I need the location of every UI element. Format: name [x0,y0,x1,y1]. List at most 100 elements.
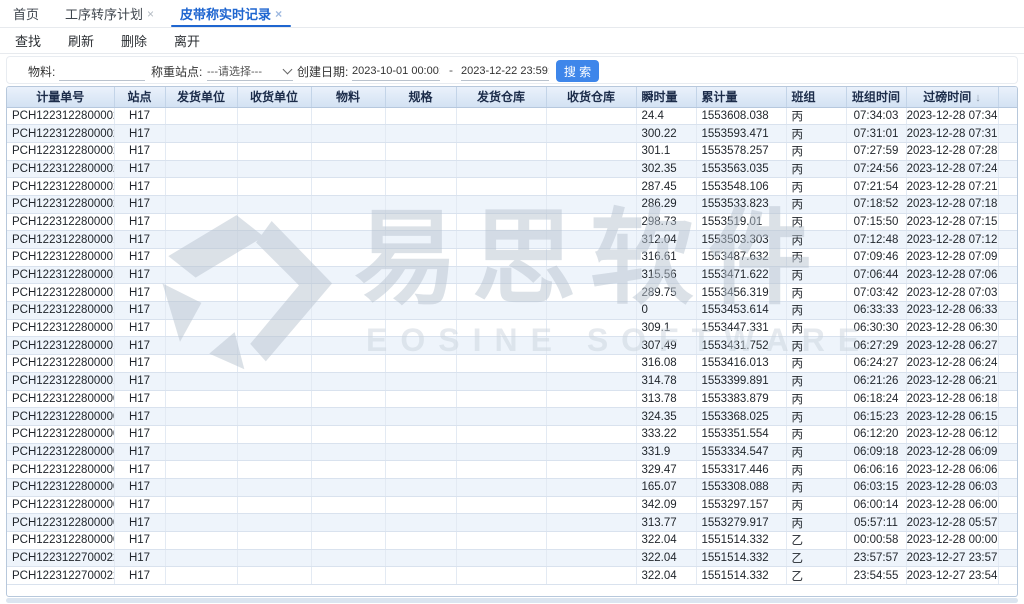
table-row[interactable]: PCH12231228000005H17329.471553317.446丙06… [7,461,1017,479]
search-button[interactable]: 搜 索 [556,60,599,82]
column-header-ship_warehouse[interactable]: 发货仓库 [456,87,546,107]
column-header-shift_time[interactable]: 班组时间 [846,87,906,107]
cell-recv_warehouse [546,532,636,550]
tab-belt-scale-records[interactable]: 皮带称实时记录 × [167,0,295,27]
column-header-material[interactable]: 物料 [311,87,385,107]
cell-spec [385,284,456,302]
header-row: 计量单号站点发货单位收货单位物料规格发货仓库收货仓库瞬时量累计量班组班组时间过磅… [7,87,1017,107]
cell-bill_no: PCH12231228000020 [7,195,114,213]
column-header-recv_warehouse[interactable]: 收货仓库 [546,87,636,107]
table-row[interactable]: PCH12231228000022H17302.351553563.035丙07… [7,160,1017,178]
table-row[interactable]: PCH12231228000004H17165.071553308.088丙06… [7,478,1017,496]
table-row[interactable]: PCH12231227000223H17322.041551514.332乙23… [7,549,1017,567]
table-row[interactable]: PCH12231228000011H17316.081553416.013丙06… [7,355,1017,373]
cell-spec [385,231,456,249]
table-row[interactable]: PCH12231227000222H17322.041551514.332乙23… [7,567,1017,585]
table-row[interactable]: PCH12231228000001H17322.041551514.332乙00… [7,532,1017,550]
cell-bill_no: PCH12231228000008 [7,408,114,426]
cell-spec [385,478,456,496]
cell-ship_unit [165,514,237,532]
table-row[interactable]: PCH12231228000023H17301.11553578.257丙07:… [7,142,1017,160]
column-header-station[interactable]: 站点 [114,87,165,107]
cell-shift: 丙 [786,178,846,196]
refresh-button[interactable]: 刷新 [68,31,94,50]
material-input[interactable] [59,61,145,81]
table-row[interactable]: PCH12231228000024H17300.221553593.471丙07… [7,125,1017,143]
cell-total_qty: 1553563.035 [696,160,786,178]
cell-ship_warehouse [456,319,546,337]
table-row[interactable]: PCH12231228000020H17286.291553533.823丙07… [7,195,1017,213]
cell-instant_qty: 313.78 [636,390,696,408]
column-header-bill_no[interactable]: 计量单号 [7,87,114,107]
cell-recv_unit [237,249,311,267]
table-row[interactable]: PCH12231228000003H17342.091553297.157丙06… [7,496,1017,514]
cell-material [311,178,385,196]
cell-shift_time: 06:12:20 [846,425,906,443]
table-row[interactable]: PCH12231228000021H17287.451553548.106丙07… [7,178,1017,196]
cell-ship_warehouse [456,266,546,284]
cell-spacer [998,249,1017,267]
table-row[interactable]: PCH12231228000019H17298.731553519.01丙07:… [7,213,1017,231]
column-header-spacer[interactable] [998,87,1017,107]
chevron-down-icon [283,64,293,74]
table-row[interactable]: PCH12231228000002H17313.771553279.917丙05… [7,514,1017,532]
horizontal-scrollbar[interactable] [6,598,1018,603]
delete-button[interactable]: 删除 [121,31,147,50]
cell-spec [385,266,456,284]
table-row[interactable]: PCH12231228000013H17309.11553447.331丙06:… [7,319,1017,337]
cell-ship_warehouse [456,461,546,479]
table-row[interactable]: PCH12231228000015H17289.751553456.319丙07… [7,284,1017,302]
date-to-input[interactable] [461,61,549,81]
cell-instant_qty: 287.45 [636,178,696,196]
cell-ship_unit [165,284,237,302]
date-from-input[interactable] [352,61,440,81]
cell-shift: 丙 [786,213,846,231]
station-select[interactable]: ---请选择--- [207,61,293,81]
close-icon[interactable]: × [275,8,282,20]
close-icon[interactable]: × [147,8,154,20]
cell-spacer [998,355,1017,373]
column-header-instant_qty[interactable]: 瞬时量 [636,87,696,107]
column-header-ship_unit[interactable]: 发货单位 [165,87,237,107]
cell-recv_warehouse [546,461,636,479]
table-row[interactable]: PCH12231228000008H17324.351553368.025丙06… [7,408,1017,426]
cell-recv_unit [237,355,311,373]
cell-recv_unit [237,195,311,213]
find-button[interactable]: 查找 [15,31,41,50]
cell-recv_unit [237,337,311,355]
cell-weigh_time: 2023-12-28 06:06 [906,461,998,479]
column-header-weigh_time[interactable]: 过磅时间↓ [906,87,998,107]
table-row[interactable]: PCH12231228000025H1724.41553608.038丙07:3… [7,107,1017,125]
table-row[interactable]: PCH12231228000017H17316.611553487.632丙07… [7,249,1017,267]
cell-ship_unit [165,178,237,196]
table-row[interactable]: PCH12231228000009H17313.781553383.879丙06… [7,390,1017,408]
cell-weigh_time: 2023-12-27 23:54 [906,567,998,585]
table-row[interactable]: PCH12231228000006H17331.91553334.547丙06:… [7,443,1017,461]
table-row[interactable]: PCH12231228000016H17315.561553471.622丙07… [7,266,1017,284]
column-header-recv_unit[interactable]: 收货单位 [237,87,311,107]
leave-button[interactable]: 离开 [174,31,200,50]
table-row[interactable]: PCH12231228000012H17307.491553431.752丙06… [7,337,1017,355]
cell-shift: 丙 [786,249,846,267]
cell-spacer [998,319,1017,337]
cell-material [311,142,385,160]
cell-total_qty: 1553471.622 [696,266,786,284]
column-header-shift[interactable]: 班组 [786,87,846,107]
tab-home[interactable]: 首页 [0,0,52,27]
table-row[interactable]: PCH12231228000010H17314.781553399.891丙06… [7,372,1017,390]
station-label: 称重站点: [151,63,202,80]
cell-shift_time: 07:09:46 [846,249,906,267]
tab-process-transfer-plan[interactable]: 工序转序计划 × [52,0,167,27]
cell-total_qty: 1551514.332 [696,532,786,550]
cell-shift_time: 07:15:50 [846,213,906,231]
cell-weigh_time: 2023-12-28 06:12 [906,425,998,443]
table-row[interactable]: PCH12231228000014H1701553453.614丙06:33:3… [7,302,1017,320]
cell-recv_warehouse [546,390,636,408]
table-row[interactable]: PCH12231228000018H17312.041553503.303丙07… [7,231,1017,249]
column-header-total_qty[interactable]: 累计量 [696,87,786,107]
column-header-spec[interactable]: 规格 [385,87,456,107]
table-row[interactable]: PCH12231228000007H17333.221553351.554丙06… [7,425,1017,443]
cell-spacer [998,478,1017,496]
cell-ship_warehouse [456,532,546,550]
cell-shift: 丙 [786,125,846,143]
